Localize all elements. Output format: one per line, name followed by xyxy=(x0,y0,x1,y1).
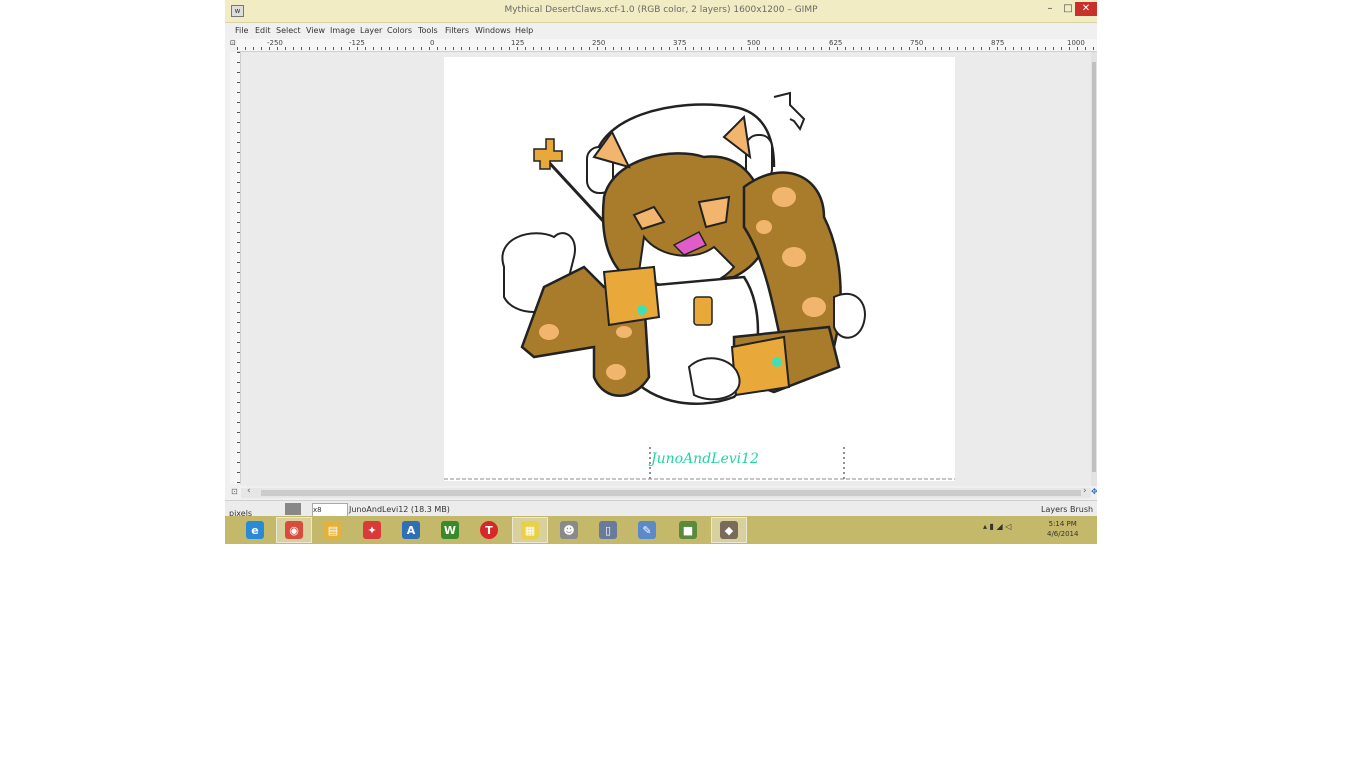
menu-help[interactable]: Help xyxy=(515,26,533,35)
taskbar-document[interactable]: ▯ xyxy=(590,517,626,543)
status-file-info: JunoAndLevi12 (18.3 MB) xyxy=(349,505,450,514)
taskbar-clock[interactable]: 5:14 PM 4/6/2014 xyxy=(1047,519,1078,539)
taskbar-ie[interactable]: e xyxy=(237,517,273,543)
taskbar-chrome[interactable]: ◉ xyxy=(276,517,312,543)
gimp-icon: ◆ xyxy=(720,521,738,539)
minecraft-icon: ■ xyxy=(679,521,697,539)
system-tray[interactable]: ▴ ▮ ◢ ◁ xyxy=(983,522,1011,531)
zoom-field[interactable]: x8 xyxy=(312,503,348,517)
windows-taskbar: e ◉ ▤ ✦ A W T ▦ ☻ ▯ ✎ ■ ◆ ▴ ▮ ◢ ◁ 5:14 P… xyxy=(225,516,1097,544)
taskbar-gimp[interactable]: ◆ xyxy=(711,517,747,543)
ruler-label: 875 xyxy=(991,39,1005,47)
menu-colors[interactable]: Colors xyxy=(387,26,412,35)
vertical-ruler[interactable] xyxy=(230,52,241,484)
app-t-icon: T xyxy=(480,521,498,539)
image-canvas[interactable]: JunoAndLevi12 xyxy=(444,57,955,481)
app-w-icon: W xyxy=(441,521,459,539)
app-red-icon: ✦ xyxy=(363,521,381,539)
canvas-area[interactable]: JunoAndLevi12 xyxy=(241,52,1091,486)
navigate-icon[interactable]: ✥ xyxy=(1091,487,1097,496)
scrollbar-thumb[interactable] xyxy=(1092,62,1096,472)
ruler-label: -125 xyxy=(349,39,365,47)
menu-view[interactable]: View xyxy=(306,26,325,35)
clock-time: 5:14 PM xyxy=(1048,520,1077,528)
taskbar-pencil-app[interactable]: ✎ xyxy=(629,517,665,543)
ruler-label: -250 xyxy=(267,39,283,47)
menu-windows[interactable]: Windows xyxy=(475,26,511,35)
ruler-label: 375 xyxy=(673,39,687,47)
menu-file[interactable]: File xyxy=(235,26,248,35)
window-title: Mythical DesertClaws.xcf-1.0 (RGB color,… xyxy=(504,5,818,15)
ruler-label: 500 xyxy=(747,39,761,47)
menu-image[interactable]: Image xyxy=(330,26,355,35)
menu-edit[interactable]: Edit xyxy=(255,26,271,35)
title-bar[interactable]: w Mythical DesertClaws.xcf-1.0 (RGB colo… xyxy=(225,0,1097,23)
vertical-scrollbar[interactable] xyxy=(1091,52,1097,486)
cat-drawing xyxy=(444,91,955,481)
quick-mask-icon[interactable]: ⊡ xyxy=(231,487,238,496)
taskbar-explorer[interactable]: ▤ xyxy=(315,517,351,543)
ruler-label: 250 xyxy=(592,39,606,47)
taskbar-app-a[interactable]: A xyxy=(393,517,429,543)
dock-tabs[interactable]: Layers Brush xyxy=(1041,505,1093,514)
taskbar-sticky-notes[interactable]: ▦ xyxy=(512,517,548,543)
document-icon: ▯ xyxy=(599,521,617,539)
menu-select[interactable]: Select xyxy=(276,26,301,35)
taskbar-minecraft[interactable]: ■ xyxy=(670,517,706,543)
zoom-menu-button[interactable] xyxy=(285,503,301,515)
status-bar: pixels x8 JunoAndLevi12 (18.3 MB) Layers… xyxy=(225,500,1097,518)
minimize-button[interactable]: – xyxy=(1043,2,1057,16)
menu-tools[interactable]: Tools xyxy=(418,26,438,35)
artist-signature: JunoAndLevi12 xyxy=(651,451,759,467)
ruler-label: 750 xyxy=(910,39,924,47)
ruler-label: 125 xyxy=(511,39,525,47)
taskbar-app-t[interactable]: T xyxy=(471,517,507,543)
close-button[interactable]: ✕ xyxy=(1075,2,1097,16)
file-explorer-icon: ▤ xyxy=(324,521,342,539)
ie-icon: e xyxy=(246,521,264,539)
ruler-label: 1000 xyxy=(1067,39,1085,47)
taskbar-app-red[interactable]: ✦ xyxy=(354,517,390,543)
pencil-app-icon: ✎ xyxy=(638,521,656,539)
menu-bar: File Edit Select View Image Layer Colors… xyxy=(225,24,1097,38)
ruler-label: 625 xyxy=(829,39,843,47)
sticky-notes-icon: ▦ xyxy=(521,521,539,539)
scrollbar-thumb[interactable] xyxy=(261,490,1081,496)
ruler-corner-button[interactable]: ⊡ xyxy=(230,39,237,51)
horizontal-scrollbar[interactable]: ‹ › xyxy=(241,486,1091,498)
clock-date: 4/6/2014 xyxy=(1047,530,1079,538)
menu-layer[interactable]: Layer xyxy=(360,26,382,35)
ruler-label: 0 xyxy=(430,39,435,47)
gimp-window: w Mythical DesertClaws.xcf-1.0 (RGB colo… xyxy=(225,0,1097,544)
horizontal-ruler[interactable]: -250 -125 0 125 250 375 500 625 750 875 … xyxy=(237,39,1097,52)
menu-filters[interactable]: Filters xyxy=(445,26,469,35)
chrome-icon: ◉ xyxy=(285,521,303,539)
scroll-left-icon[interactable]: ‹ xyxy=(247,486,251,496)
cat-app-icon: ☻ xyxy=(560,521,578,539)
app-blue-a-icon: A xyxy=(402,521,420,539)
taskbar-app-w[interactable]: W xyxy=(432,517,468,543)
maximize-button[interactable]: □ xyxy=(1061,2,1075,16)
taskbar-cat-app[interactable]: ☻ xyxy=(551,517,587,543)
scroll-right-icon[interactable]: › xyxy=(1083,486,1087,496)
